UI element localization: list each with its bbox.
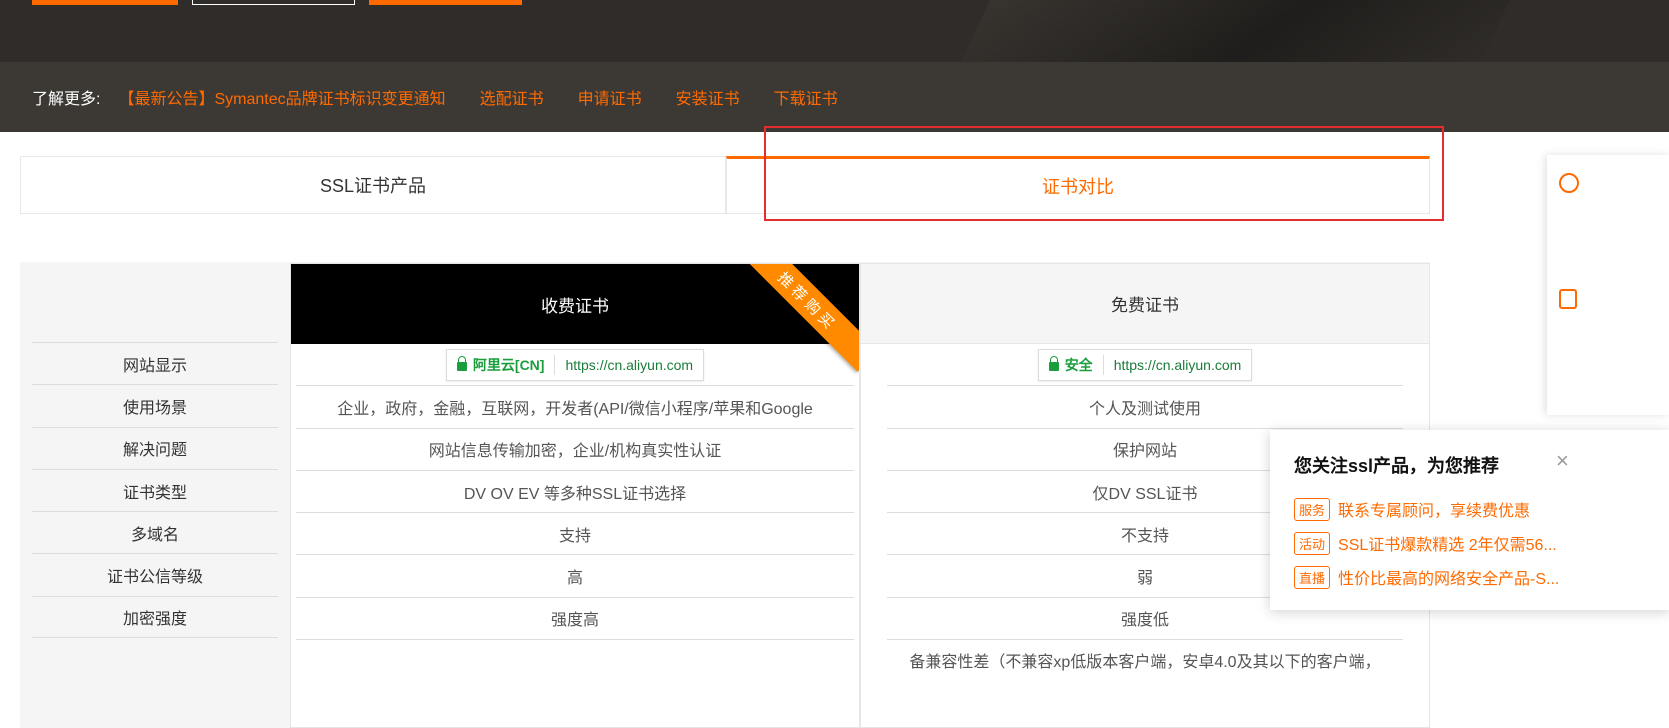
free-cert-title: 免费证书: [861, 264, 1429, 344]
tab-cert-compare[interactable]: 证书对比: [726, 156, 1430, 214]
table-cell: 个人及测试使用: [887, 386, 1403, 429]
floating-sidebar[interactable]: [1547, 155, 1669, 415]
lock-icon: [456, 355, 467, 371]
link-announcement[interactable]: 【最新公告】Symantec品牌证书标识变更通知: [118, 85, 445, 109]
popup-item[interactable]: 直播 性价比最高的网络安全产品-S...: [1294, 560, 1570, 594]
popup-item-text[interactable]: SSL证书爆款精选 2年仅需56...: [1338, 531, 1557, 555]
hero-decoration: [957, 0, 1543, 62]
popup-tag: 直播: [1294, 565, 1331, 589]
popup-tag: 活动: [1294, 531, 1331, 555]
popup-item[interactable]: 活动 SSL证书爆款精选 2年仅需56...: [1294, 526, 1570, 560]
tab-ssl-products[interactable]: SSL证书产品: [20, 156, 726, 214]
popup-item[interactable]: 服务 联系专属顾问，享续费优惠: [1294, 492, 1570, 526]
popup-tag: 服务: [1294, 497, 1331, 521]
document-icon[interactable]: [1559, 289, 1577, 309]
url-text: https://cn.aliyun.com: [565, 356, 694, 373]
table-cell: 网站信息传输加密，企业/机构真实性认证: [296, 429, 854, 471]
row-label: 加密强度: [32, 595, 278, 639]
hero-outline-button[interactable]: [192, 0, 355, 5]
learn-more-bar: 了解更多: 【最新公告】Symantec品牌证书标识变更通知 选配证书 申请证书…: [0, 62, 1669, 132]
lock-icon: [1048, 355, 1059, 371]
link-choose-cert[interactable]: 选配证书: [480, 85, 544, 109]
table-cell: 支持: [296, 513, 854, 556]
table-cell: 企业，政府，金融，互联网，开发者(API/微信小程序/苹果和Google: [296, 386, 854, 429]
paid-cert-column: 收费证书 推荐购买 阿里云[CN] https://cn.aliyun.com …: [290, 263, 860, 728]
link-download-cert[interactable]: 下载证书: [774, 85, 838, 109]
hero-primary-button[interactable]: [32, 0, 178, 5]
table-cell: 安全 https://cn.aliyun.com: [887, 344, 1403, 387]
row-label: 使用场景: [32, 384, 278, 426]
table-cell: 强度高: [296, 598, 854, 641]
row-labels: 网站显示 使用场景 解决问题 证书类型 多域名 证书公信等级 加密强度: [32, 342, 278, 639]
link-apply-cert[interactable]: 申请证书: [578, 85, 642, 109]
cert-org: 安全: [1065, 354, 1104, 375]
cert-org: 阿里云[CN]: [473, 354, 556, 375]
table-cell: 高: [296, 555, 854, 598]
row-label: 证书类型: [32, 468, 278, 511]
row-label: 解决问题: [32, 426, 278, 469]
row-label: 网站显示: [32, 342, 278, 384]
popup-item-text[interactable]: 性价比最高的网络安全产品-S...: [1338, 565, 1559, 589]
url-text: https://cn.aliyun.com: [1113, 356, 1242, 373]
hero-secondary-button[interactable]: [369, 0, 522, 5]
recommend-popup: 您关注ssl产品，为您推荐 × 服务 联系专属顾问，享续费优惠 活动 SSL证书…: [1270, 430, 1669, 610]
popup-item-text[interactable]: 联系专属顾问，享续费优惠: [1338, 497, 1530, 521]
browser-url-bar: 阿里云[CN] https://cn.aliyun.com: [445, 348, 705, 381]
link-install-cert[interactable]: 安装证书: [676, 85, 740, 109]
consult-icon[interactable]: [1559, 173, 1579, 193]
row-label: 多域名: [32, 511, 278, 553]
browser-url-bar: 安全 https://cn.aliyun.com: [1037, 348, 1253, 381]
table-cell: DV OV EV 等多种SSL证书选择: [296, 471, 854, 514]
popup-title: 您关注ssl产品，为您推荐: [1294, 456, 1500, 476]
row-label: 证书公信等级: [32, 553, 278, 595]
close-icon[interactable]: ×: [1556, 448, 1569, 474]
table-cell: 阿里云[CN] https://cn.aliyun.com: [296, 344, 854, 387]
table-cell: 备兼容性差（不兼容xp低版本客户端，安卓4.0及其以下的客户端，: [909, 654, 1381, 672]
hero-banner: [0, 0, 1669, 62]
learn-more-label: 了解更多:: [32, 91, 101, 108]
